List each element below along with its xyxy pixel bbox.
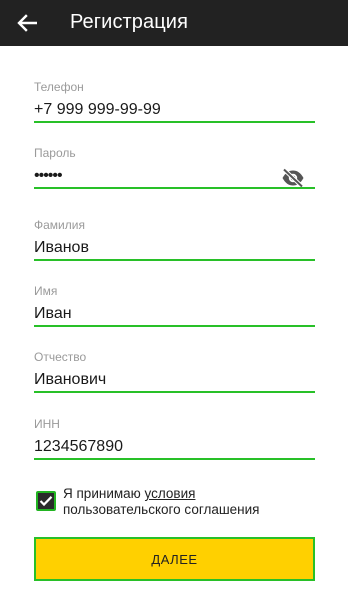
terms-link[interactable]: условия (145, 486, 196, 501)
agreement-text-after: пользовательского соглашения (63, 502, 260, 517)
password-input[interactable]: •••••• (34, 167, 63, 185)
agreement-checkbox[interactable] (36, 491, 56, 511)
last-name-label: Фамилия (34, 218, 85, 232)
middle-name-label: Отчество (34, 350, 87, 364)
middle-name-field[interactable]: Отчество Иванович (34, 350, 315, 395)
last-name-input[interactable]: Иванов (34, 239, 89, 257)
phone-field[interactable]: Телефон +7 999 999-99-99 (34, 80, 315, 125)
password-field[interactable]: Пароль •••••• (34, 146, 315, 191)
checkmark-icon (39, 496, 53, 507)
inn-input[interactable]: 1234567890 (34, 438, 123, 456)
last-name-field[interactable]: Фамилия Иванов (34, 218, 315, 263)
agreement-row: Я принимаю условия пользовательского сог… (34, 486, 324, 520)
inn-underline (34, 458, 315, 460)
eye-off-icon (282, 168, 304, 188)
phone-underline (34, 121, 315, 123)
first-name-underline (34, 325, 315, 327)
password-visibility-toggle[interactable] (281, 168, 305, 188)
middle-name-underline (34, 391, 315, 393)
page-title: Регистрация (70, 11, 189, 33)
inn-label: ИНН (34, 417, 60, 431)
arrow-back-icon (17, 14, 37, 32)
last-name-underline (34, 259, 315, 261)
inn-field[interactable]: ИНН 1234567890 (34, 417, 315, 462)
phone-input[interactable]: +7 999 999-99-99 (34, 101, 161, 119)
password-underline (34, 187, 315, 189)
phone-label: Телефон (34, 80, 84, 94)
first-name-label: Имя (34, 284, 58, 298)
agreement-text-before: Я принимаю (63, 486, 145, 501)
first-name-field[interactable]: Имя Иван (34, 284, 315, 329)
back-button[interactable] (12, 8, 42, 38)
agreement-text: Я принимаю условия пользовательского сог… (63, 486, 259, 518)
middle-name-input[interactable]: Иванович (34, 371, 106, 389)
first-name-input[interactable]: Иван (34, 305, 72, 323)
next-button[interactable]: ДАЛЕЕ (34, 537, 315, 581)
password-label: Пароль (34, 146, 76, 160)
app-bar: Регистрация (0, 0, 348, 46)
